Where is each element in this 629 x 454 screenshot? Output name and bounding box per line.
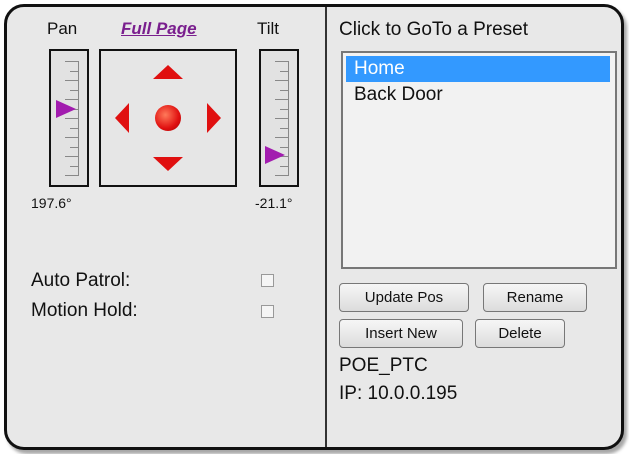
pan-slider-scale bbox=[65, 61, 79, 176]
rename-button[interactable]: Rename bbox=[483, 283, 587, 312]
preset-list[interactable]: Home Back Door bbox=[341, 51, 617, 269]
device-ip: IP: 10.0.0.195 bbox=[339, 383, 458, 404]
tilt-label: Tilt bbox=[257, 19, 280, 38]
insert-new-button[interactable]: Insert New bbox=[339, 319, 463, 348]
arrow-up-icon[interactable] bbox=[153, 65, 183, 79]
device-name: POE_PTC bbox=[339, 355, 428, 376]
preset-item-home[interactable]: Home bbox=[346, 56, 610, 82]
motion-hold-checkbox[interactable] bbox=[261, 305, 274, 318]
tilt-value: -21.1° bbox=[255, 195, 293, 211]
auto-patrol-checkbox[interactable] bbox=[261, 274, 274, 287]
ptz-control-panel: Pan Full Page Tilt 197.6° -21.1° Auto Pa… bbox=[4, 4, 624, 450]
update-pos-button[interactable]: Update Pos bbox=[339, 283, 469, 312]
home-position-icon[interactable] bbox=[155, 105, 181, 131]
pan-value: 197.6° bbox=[31, 195, 72, 211]
preset-item-back-door[interactable]: Back Door bbox=[346, 82, 610, 108]
pan-label: Pan bbox=[47, 19, 78, 38]
pan-slider[interactable] bbox=[49, 49, 89, 187]
arrow-down-icon[interactable] bbox=[153, 157, 183, 171]
delete-button[interactable]: Delete bbox=[475, 319, 565, 348]
tilt-slider-thumb[interactable] bbox=[265, 146, 285, 164]
direction-pad bbox=[99, 49, 237, 187]
preset-list-title: Click to GoTo a Preset bbox=[339, 19, 529, 40]
pan-slider-thumb[interactable] bbox=[56, 100, 76, 118]
motion-hold-label: Motion Hold: bbox=[31, 300, 138, 321]
tilt-slider[interactable] bbox=[259, 49, 299, 187]
auto-patrol-label: Auto Patrol: bbox=[31, 270, 131, 291]
arrow-left-icon[interactable] bbox=[115, 103, 129, 133]
full-page-link[interactable]: Full Page bbox=[121, 19, 197, 39]
panel-divider bbox=[325, 7, 327, 447]
arrow-right-icon[interactable] bbox=[207, 103, 221, 133]
